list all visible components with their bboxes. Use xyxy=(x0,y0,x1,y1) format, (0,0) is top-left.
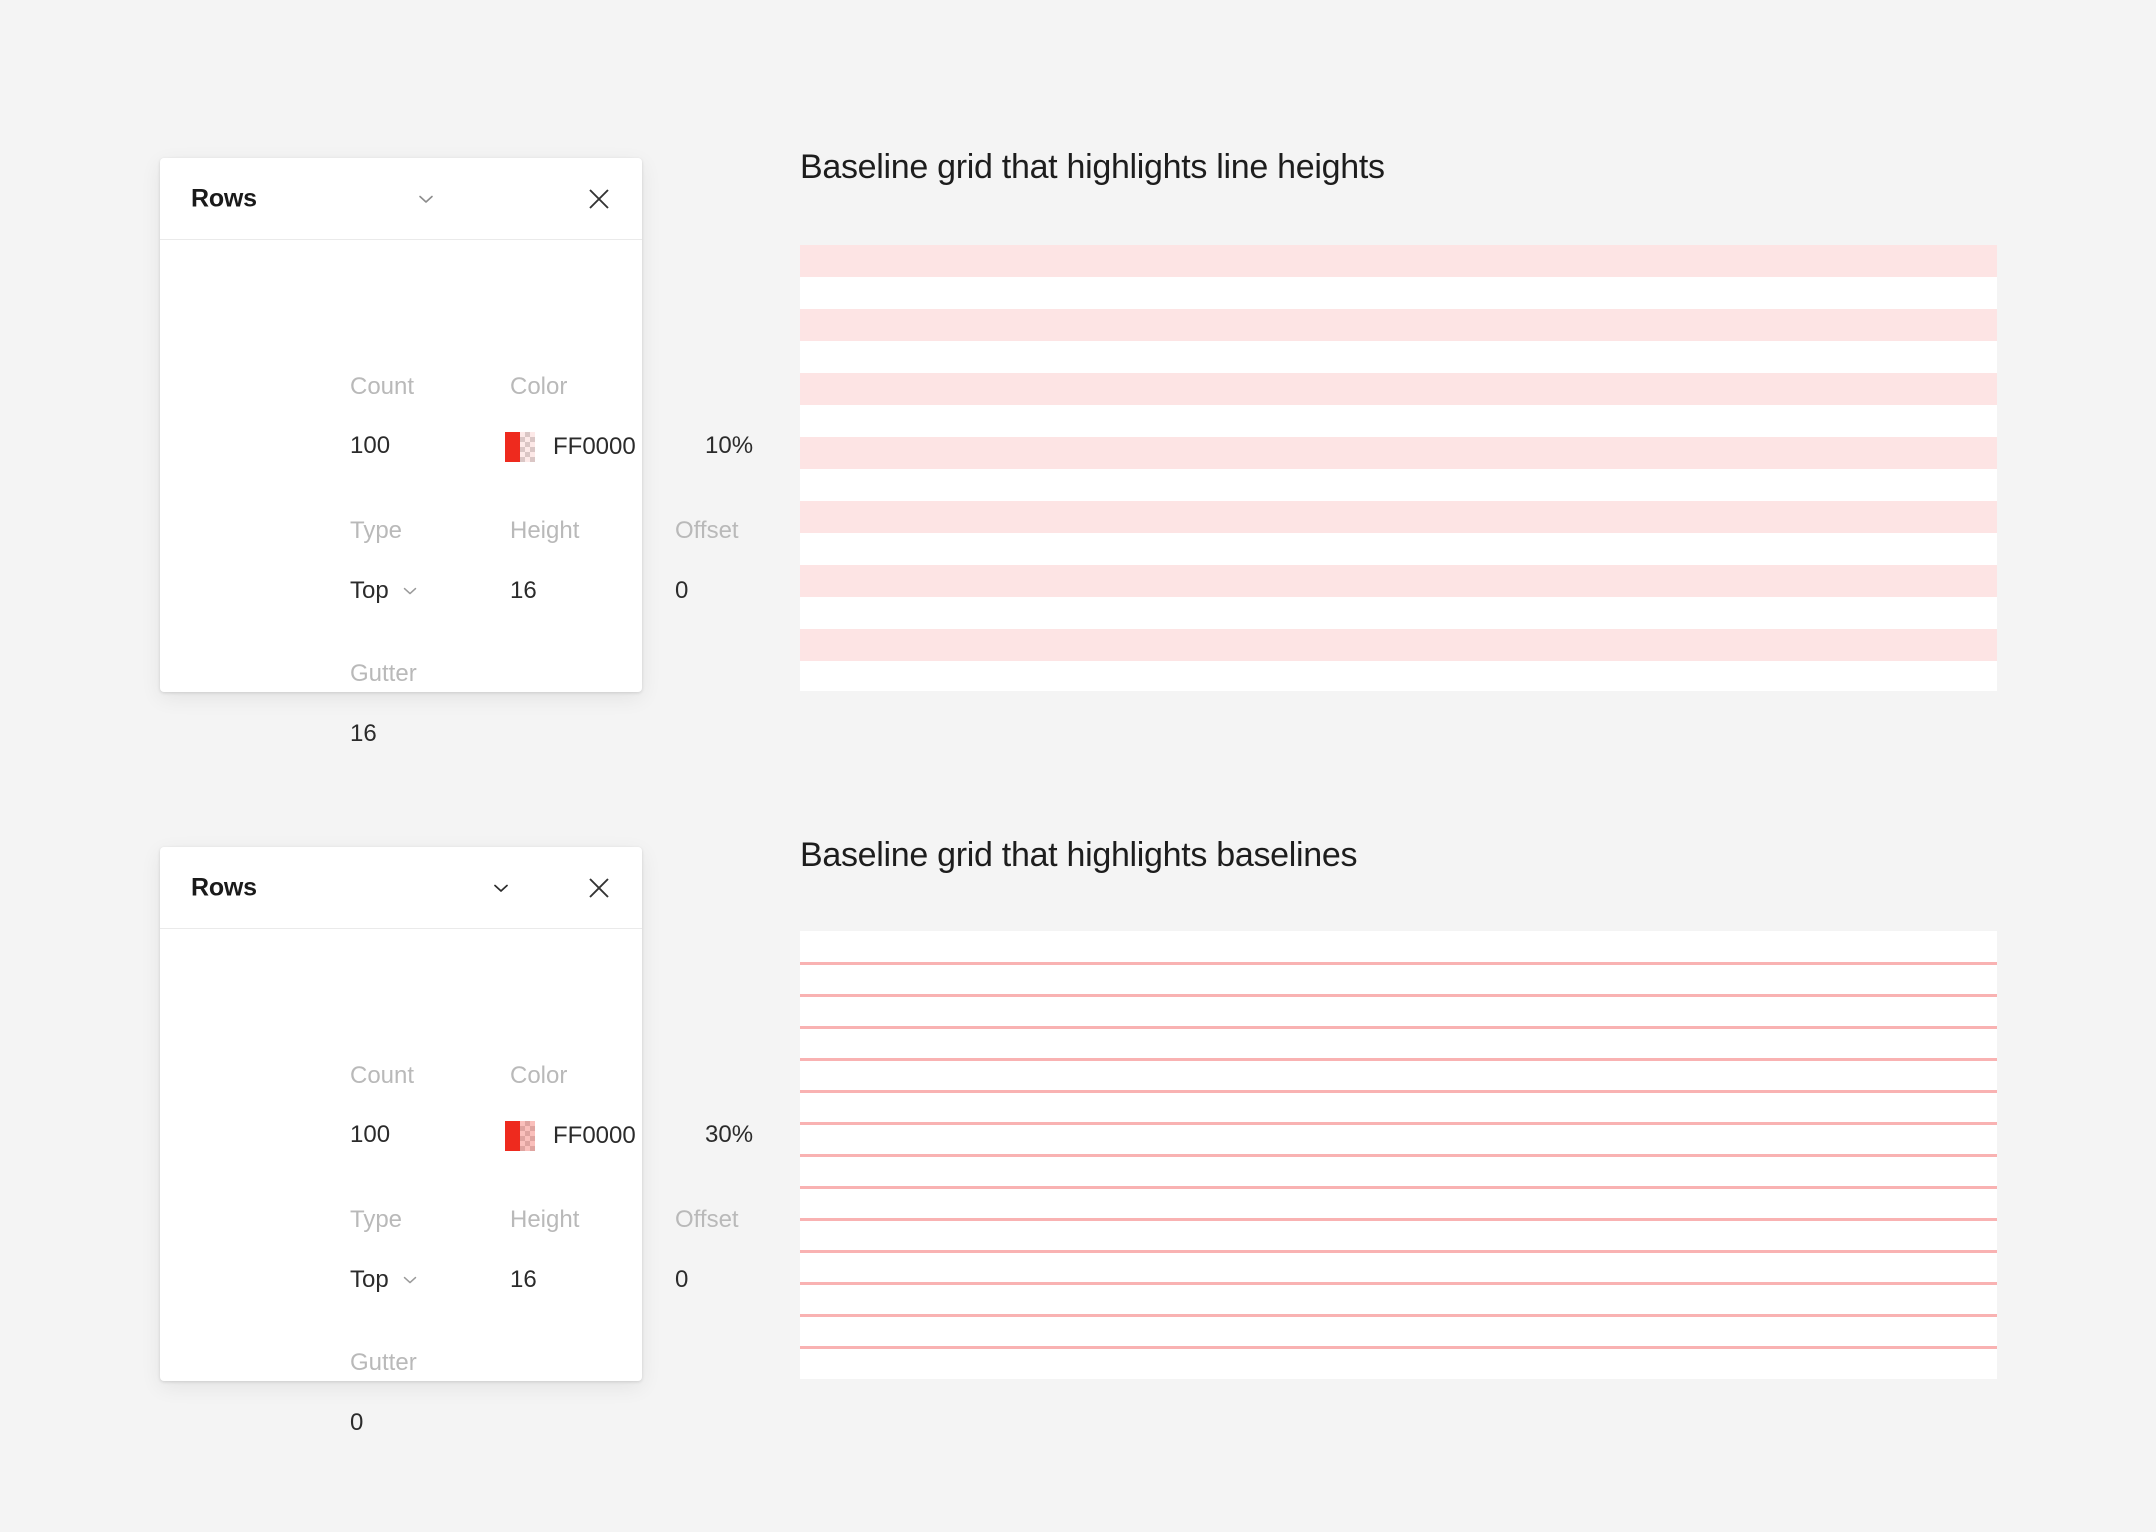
label-offset: Offset xyxy=(675,517,739,544)
grid-gutter xyxy=(800,661,1997,691)
baseline-band-grid xyxy=(800,245,1997,691)
color-swatch[interactable] xyxy=(505,432,535,462)
section-title-line-heights: Baseline grid that highlights line heigh… xyxy=(800,148,1385,186)
value-offset[interactable]: 0 xyxy=(675,1266,688,1294)
color-hex-value[interactable]: FF0000 xyxy=(553,433,636,461)
grid-band xyxy=(800,373,1997,405)
baseline-rule xyxy=(800,1122,1997,1125)
color-swatch-solid xyxy=(505,1121,520,1151)
baseline-rule xyxy=(800,1186,1997,1189)
baseline-rule xyxy=(800,1090,1997,1093)
baseline-rule xyxy=(800,1154,1997,1157)
grid-band xyxy=(800,309,1997,341)
grid-gutter xyxy=(800,469,1997,501)
rows-settings-panel-2: Rows Count Color 100 FF0000 30% Type Hei… xyxy=(160,847,753,1436)
baseline-line-grid xyxy=(800,931,1997,1379)
value-height[interactable]: 16 xyxy=(510,1266,537,1294)
grid-band xyxy=(800,501,1997,533)
value-gutter[interactable]: 0 xyxy=(350,1409,363,1437)
color-swatch-alpha xyxy=(520,432,535,462)
section-title-baselines: Baseline grid that highlights baselines xyxy=(800,836,1358,874)
type-select[interactable]: Top xyxy=(350,577,419,605)
baseline-rule xyxy=(800,962,1997,965)
label-count: Count xyxy=(350,373,415,400)
label-gutter: Gutter xyxy=(350,660,417,687)
baseline-rule xyxy=(800,1314,1997,1317)
baseline-rule xyxy=(800,994,1997,997)
canvas-root: Rows Count Color 100 FF0000 10% Type Hei… xyxy=(0,0,2156,1532)
grid-gutter xyxy=(800,277,1997,309)
baseline-rule xyxy=(800,1346,1997,1349)
label-type: Type xyxy=(350,517,403,544)
label-offset: Offset xyxy=(675,1206,739,1233)
color-swatch-alpha xyxy=(520,1121,535,1151)
close-icon[interactable] xyxy=(582,182,616,216)
label-height: Height xyxy=(510,517,580,544)
grid-gutter xyxy=(800,533,1997,565)
value-opacity[interactable]: 10% xyxy=(705,432,753,460)
value-offset[interactable]: 0 xyxy=(675,577,688,605)
label-count: Count xyxy=(350,1062,415,1089)
chevron-down-icon xyxy=(401,582,419,600)
panel-header: Rows xyxy=(160,847,642,929)
grid-gutter xyxy=(800,341,1997,373)
grid-gutter xyxy=(800,597,1997,629)
baseline-rule xyxy=(800,1026,1997,1029)
chevron-down-icon[interactable] xyxy=(490,877,512,899)
value-gutter[interactable]: 16 xyxy=(350,720,377,748)
grid-band xyxy=(800,437,1997,469)
type-select-value: Top xyxy=(350,577,389,604)
baseline-rule xyxy=(800,1218,1997,1221)
label-type: Type xyxy=(350,1206,403,1233)
close-icon[interactable] xyxy=(582,871,616,905)
chevron-down-icon xyxy=(401,1271,419,1289)
color-swatch-solid xyxy=(505,432,520,462)
chevron-down-icon[interactable] xyxy=(415,188,437,210)
type-select[interactable]: Top xyxy=(350,1266,419,1294)
color-swatch[interactable] xyxy=(505,1121,535,1151)
baseline-rule xyxy=(800,1282,1997,1285)
panel-title: Rows xyxy=(191,873,257,901)
rows-settings-panel-1: Rows Count Color 100 FF0000 10% Type Hei… xyxy=(160,158,753,747)
type-select-value: Top xyxy=(350,1266,389,1293)
panel-title: Rows xyxy=(191,184,257,212)
grid-band xyxy=(800,629,1997,661)
label-gutter: Gutter xyxy=(350,1349,417,1376)
value-opacity[interactable]: 30% xyxy=(705,1121,753,1149)
value-count[interactable]: 100 xyxy=(350,432,390,460)
grid-gutter xyxy=(800,405,1997,437)
value-height[interactable]: 16 xyxy=(510,577,537,605)
color-hex-value[interactable]: FF0000 xyxy=(553,1122,636,1150)
baseline-rule xyxy=(800,1250,1997,1253)
label-color: Color xyxy=(510,1062,568,1089)
color-value-group: FF0000 xyxy=(505,1121,636,1151)
baseline-rule xyxy=(800,1058,1997,1061)
grid-band xyxy=(800,565,1997,597)
panel-header: Rows xyxy=(160,158,642,240)
grid-band xyxy=(800,245,1997,277)
label-height: Height xyxy=(510,1206,580,1233)
value-count[interactable]: 100 xyxy=(350,1121,390,1149)
label-color: Color xyxy=(510,373,568,400)
color-value-group: FF0000 xyxy=(505,432,636,462)
